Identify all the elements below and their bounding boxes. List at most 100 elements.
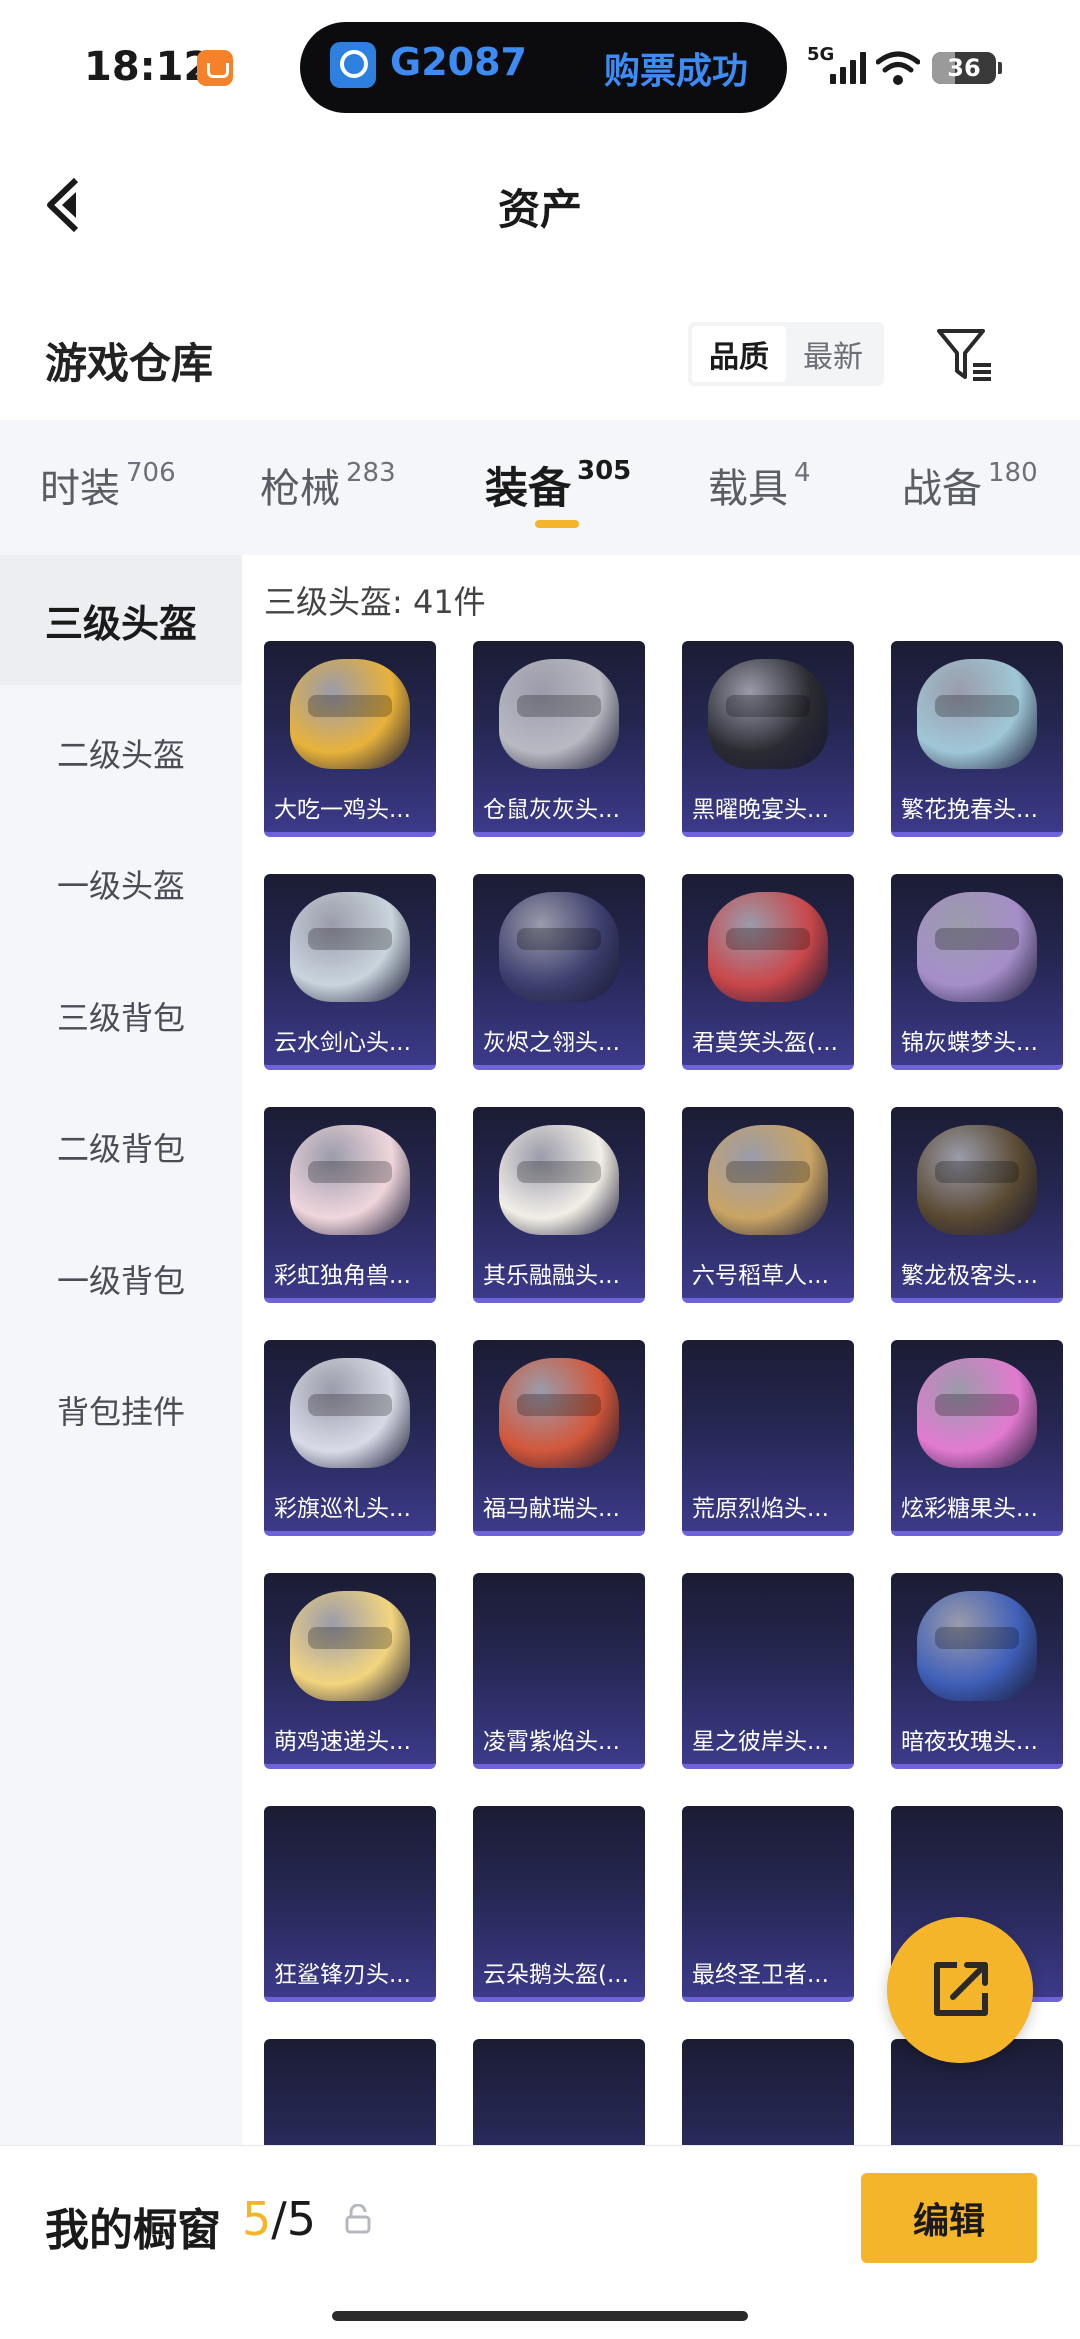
item-name: 云水剑心头...: [274, 1030, 411, 1056]
island-ticket-status: 购票成功: [604, 51, 749, 92]
item-card[interactable]: 彩旗巡礼头...: [264, 1340, 436, 1536]
battery-level: 36: [947, 54, 981, 82]
item-card[interactable]: 黑曜晚宴头...: [682, 641, 854, 837]
item-card[interactable]: 大吃一鸡头...: [264, 641, 436, 837]
item-name: 福马献瑞头...: [483, 1496, 620, 1522]
item-card[interactable]: 仓鼠灰灰头...: [473, 641, 645, 837]
item-card[interactable]: 福马献瑞头...: [473, 1340, 645, 1536]
section-title: 游戏仓库: [45, 339, 214, 388]
status-time: 18:12: [84, 44, 212, 90]
item-card[interactable]: 繁龙极客头...: [891, 1107, 1063, 1303]
showcase-separator: /: [271, 2192, 287, 2246]
helmet-icon: [290, 1125, 410, 1235]
item-count-label: 三级头盔: 41件: [264, 583, 486, 621]
tab-count: 706: [126, 458, 176, 488]
item-name: 黑曜晚宴头...: [692, 797, 829, 823]
item-name: 星之彼岸头...: [692, 1729, 829, 1755]
helmet-icon: [917, 892, 1037, 1002]
item-name: 云朵鹅头盔(...: [483, 1962, 629, 1988]
tab-label: 载具: [708, 466, 788, 512]
item-card[interactable]: 彩虹独角兽...: [264, 1107, 436, 1303]
tab-equipment[interactable]: 装备 305: [485, 454, 631, 516]
item-name: 狂鲨锋刃头...: [274, 1962, 411, 1988]
item-name: 凌霄紫焰头...: [483, 1729, 620, 1755]
edit-button[interactable]: 编辑: [861, 2173, 1037, 2263]
sort-option-quality[interactable]: 品质: [692, 326, 786, 382]
item-name: 彩虹独角兽...: [274, 1263, 411, 1289]
item-card[interactable]: 狂鲨锋刃头...: [264, 1806, 436, 2002]
item-card[interactable]: [682, 2039, 854, 2145]
item-card[interactable]: 星之彼岸头...: [682, 1573, 854, 1769]
tab-label: 时装: [40, 466, 120, 512]
helmet-icon: [708, 1125, 828, 1235]
item-card[interactable]: 其乐融融头...: [473, 1107, 645, 1303]
item-card[interactable]: 云朵鹅头盔(...: [473, 1806, 645, 2002]
status-bar: 18:12 G2087 购票成功 5G 36: [0, 0, 1080, 135]
bottom-showcase-bar: 我的橱窗 5/5 编辑: [0, 2145, 1080, 2339]
sidebar-item-level2-helmet[interactable]: 二级头盔: [0, 688, 242, 818]
item-name: 锦灰蝶梦头...: [901, 1030, 1038, 1056]
item-name: 荒原烈焰头...: [692, 1496, 829, 1522]
item-card[interactable]: [473, 2039, 645, 2145]
item-card[interactable]: [264, 2039, 436, 2145]
helmet-icon: [708, 892, 828, 1002]
tab-vehicles[interactable]: 载具 4: [708, 456, 811, 514]
item-card[interactable]: 君莫笑头盔(...: [682, 874, 854, 1070]
tab-combat-gear[interactable]: 战备 180: [902, 456, 1038, 514]
item-grid-panel: 三级头盔: 41件 大吃一鸡头... 仓鼠灰灰头... 黑曜晚宴头... 繁花挽春头.…: [242, 555, 1080, 2145]
page-title: 资产: [497, 185, 582, 234]
showcase-current: 5: [242, 2192, 272, 2246]
tab-label: 枪械: [260, 466, 340, 512]
item-name: 仓鼠灰灰头...: [483, 797, 620, 823]
item-name: 繁花挽春头...: [901, 797, 1038, 823]
tab-label: 装备: [485, 464, 571, 514]
helmet-icon: [917, 1591, 1037, 1701]
item-name: 灰烬之翎头...: [483, 1030, 620, 1056]
helmet-icon: [290, 1358, 410, 1468]
tab-firearms[interactable]: 枪械 283: [260, 456, 396, 514]
battery-icon: 36: [932, 52, 1002, 84]
item-name: 繁龙极客头...: [901, 1263, 1038, 1289]
sidebar-item-level1-helmet[interactable]: 一级头盔: [0, 819, 242, 949]
item-card[interactable]: 锦灰蝶梦头...: [891, 874, 1063, 1070]
tab-count: 305: [577, 456, 632, 486]
item-card[interactable]: 萌鸡速递头...: [264, 1573, 436, 1769]
item-card[interactable]: 荒原烈焰头...: [682, 1340, 854, 1536]
sidebar-item-level1-backpack[interactable]: 一级背包: [0, 1214, 242, 1344]
wifi-icon: [876, 51, 920, 85]
share-button[interactable]: [887, 1917, 1033, 2063]
sidebar-item-level3-backpack[interactable]: 三级背包: [0, 951, 242, 1081]
sidebar-item-backpack-charm[interactable]: 背包挂件: [0, 1345, 242, 1475]
island-train-number: G2087: [390, 40, 527, 84]
item-card[interactable]: 暗夜玫瑰头...: [891, 1573, 1063, 1769]
item-card[interactable]: 凌霄紫焰头...: [473, 1573, 645, 1769]
item-name: 彩旗巡礼头...: [274, 1496, 411, 1522]
item-card[interactable]: 六号稻草人...: [682, 1107, 854, 1303]
item-card[interactable]: 繁花挽春头...: [891, 641, 1063, 837]
item-card[interactable]: 最终圣卫者...: [682, 1806, 854, 2002]
helmet-icon: [499, 1358, 619, 1468]
item-card[interactable]: 云水剑心头...: [264, 874, 436, 1070]
home-indicator[interactable]: [332, 2311, 748, 2321]
lock-icon: [345, 2204, 371, 2234]
sidebar-item-level2-backpack[interactable]: 二级背包: [0, 1082, 242, 1212]
sort-option-latest[interactable]: 最新: [786, 326, 880, 382]
helmet-icon: [917, 1358, 1037, 1468]
helmet-icon: [290, 1591, 410, 1701]
helmet-icon: [499, 1125, 619, 1235]
category-tabs: 时装 706 枪械 283 装备 305 载具 4 战备 180: [0, 420, 1080, 555]
helmet-icon: [917, 659, 1037, 769]
item-card[interactable]: 炫彩糖果头...: [891, 1340, 1063, 1536]
tab-label: 战备: [902, 466, 982, 512]
sidebar-item-level3-helmet[interactable]: 三级头盔: [0, 555, 242, 685]
tab-fashion[interactable]: 时装 706: [40, 456, 176, 514]
subcategory-sidebar: 三级头盔 二级头盔 一级头盔 三级背包 二级背包 一级背包 背包挂件: [0, 555, 242, 2145]
filter-icon[interactable]: [935, 325, 995, 385]
item-card[interactable]: 灰烬之翎头...: [473, 874, 645, 1070]
item-name: 六号稻草人...: [692, 1263, 829, 1289]
helmet-icon: [499, 892, 619, 1002]
helmet-icon: [290, 659, 410, 769]
item-name: 炫彩糖果头...: [901, 1496, 1038, 1522]
tab-count: 283: [346, 458, 396, 488]
helmet-icon: [708, 659, 828, 769]
